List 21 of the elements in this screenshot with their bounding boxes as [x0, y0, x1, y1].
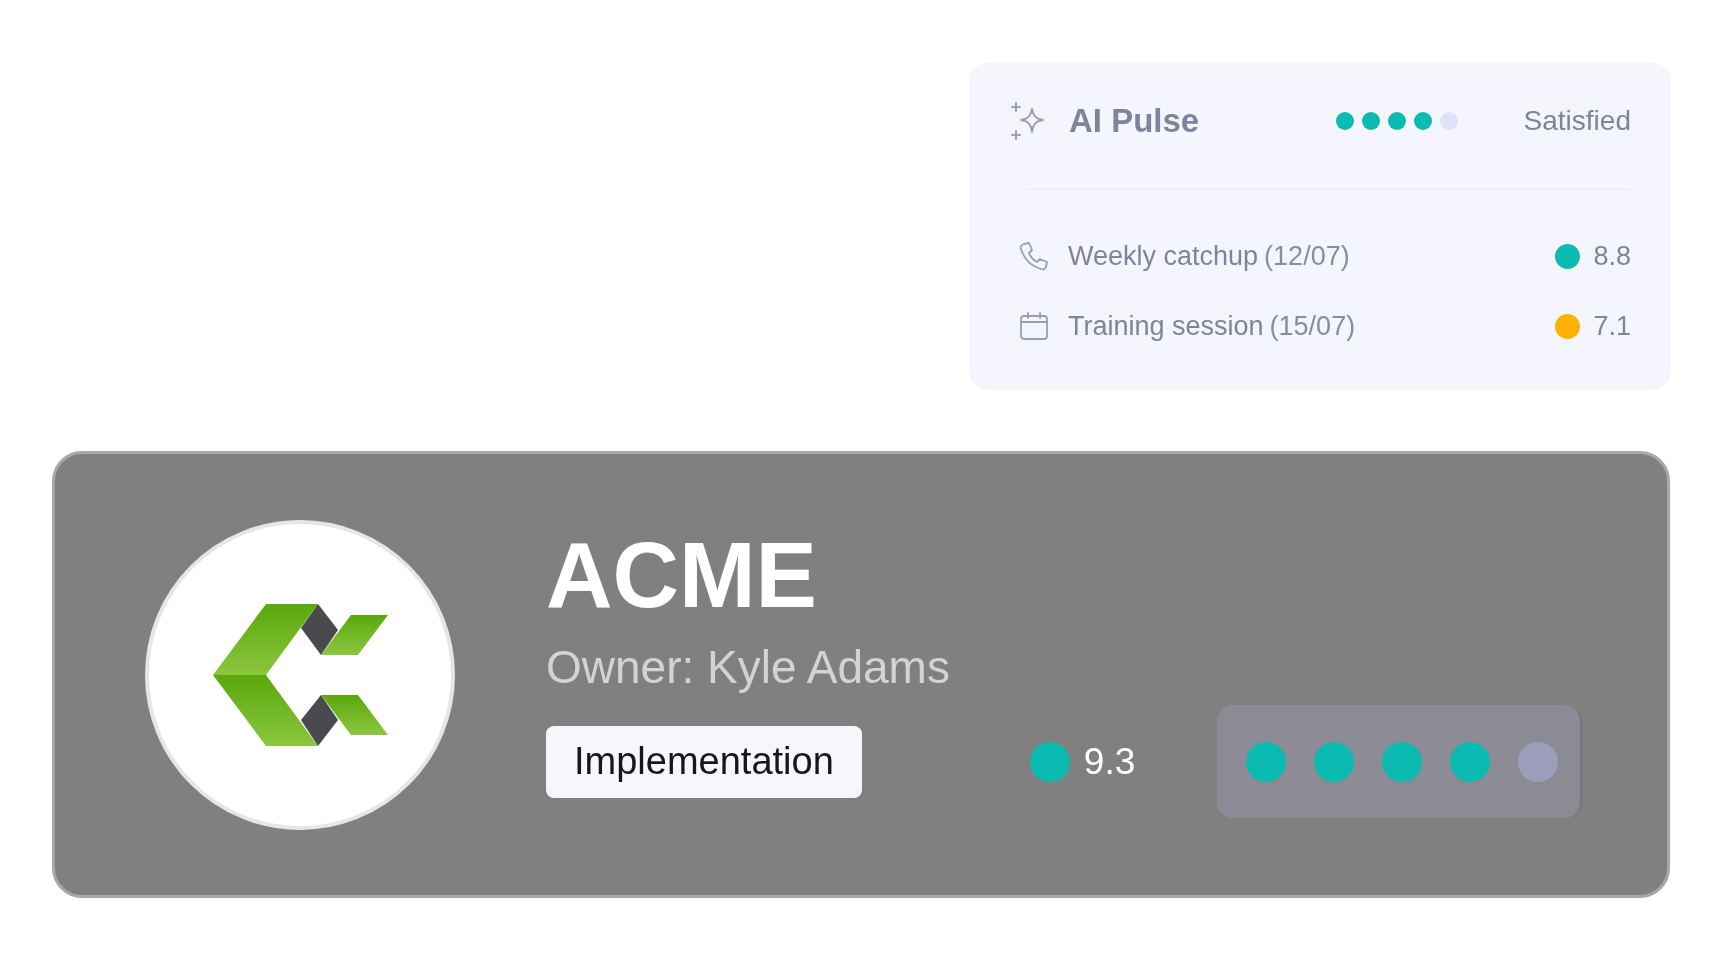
rating-dot-icon [1387, 112, 1406, 130]
phone-icon [1019, 241, 1049, 271]
meeting-score: 8.8 [1593, 240, 1631, 272]
rating-dot-icon [1382, 741, 1423, 782]
rating-dot-icon [1335, 112, 1354, 130]
calendar-icon [1019, 311, 1049, 341]
meeting-title: Training session [1068, 310, 1264, 341]
stage-tag: Implementation [546, 725, 862, 798]
rating-dot-icon [1361, 112, 1380, 130]
company-name: ACME [546, 529, 817, 621]
rating-dot-icon [1450, 741, 1491, 782]
meeting-date: (12/07) [1264, 240, 1350, 271]
status-label: Satisfied [1523, 105, 1631, 137]
rating-dot-icon [1413, 112, 1432, 130]
meeting-score: 7.1 [1593, 310, 1631, 342]
score-value: 9.3 [1083, 740, 1136, 783]
card-title: AI Pulse [1069, 102, 1201, 140]
rating-dot-icon [1246, 741, 1287, 782]
meeting-title: Weekly catchup [1068, 240, 1259, 271]
rating-dot-icon [1314, 741, 1355, 782]
meeting-date: (15/07) [1269, 310, 1356, 341]
